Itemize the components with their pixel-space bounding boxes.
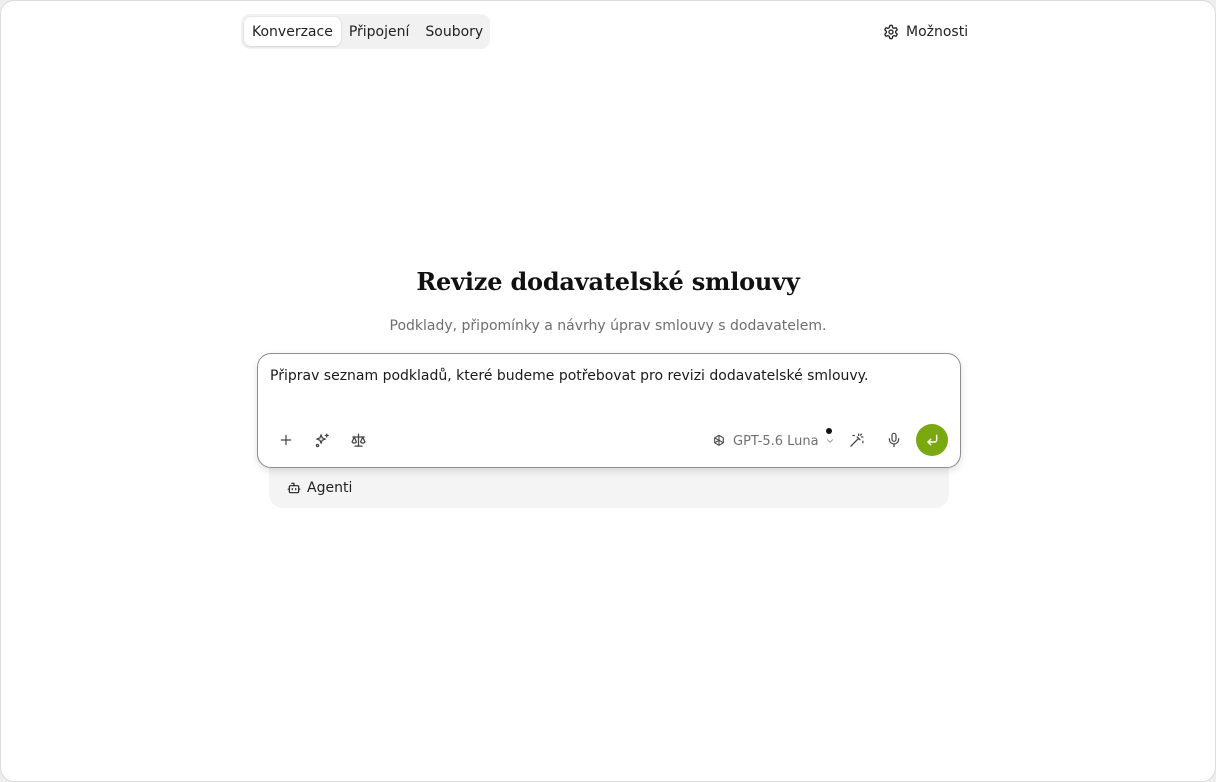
plus-icon [278, 432, 294, 448]
prompt-input[interactable]: Připrav seznam podkladů, které budeme po… [270, 367, 940, 385]
prompt-enhance-button[interactable] [309, 427, 335, 453]
tab-pripojeni[interactable]: Připojení [341, 17, 418, 46]
app-window: Konverzace Připojení Soubory Možnosti Re… [0, 0, 1216, 782]
tab-soubory[interactable]: Soubory [417, 17, 491, 46]
legal-tool-button[interactable] [345, 427, 371, 453]
voice-input-button[interactable] [881, 427, 907, 453]
chat-composer: Připrav seznam podkladů, které budeme po… [257, 353, 961, 468]
magic-wand-icon [848, 432, 865, 449]
add-button[interactable] [273, 427, 299, 453]
status-dot [826, 428, 832, 434]
model-selector[interactable]: GPT-5.6 Luna [711, 430, 835, 452]
magic-wand-button[interactable] [843, 427, 869, 453]
openai-icon [711, 433, 727, 449]
options-button[interactable]: Možnosti [883, 21, 968, 43]
tab-konverzace[interactable]: Konverzace [244, 17, 341, 46]
options-label: Možnosti [906, 24, 969, 40]
enter-arrow-icon [924, 432, 940, 448]
send-button[interactable] [916, 424, 948, 456]
page-title: Revize dodavatelské smlouvy [416, 267, 800, 296]
agents-label: Agenti [307, 480, 353, 496]
gear-icon [883, 24, 899, 40]
robot-icon [287, 481, 301, 495]
sparkles-icon [314, 432, 331, 449]
top-tab-bar: Konverzace Připojení Soubory [241, 14, 490, 49]
microphone-icon [886, 432, 902, 448]
agents-button[interactable]: Agenti [287, 480, 352, 496]
model-label: GPT-5.6 Luna [733, 433, 819, 449]
chevron-down-icon [825, 436, 835, 446]
scale-icon [350, 432, 367, 449]
page-subtitle: Podklady, připomínky a návrhy úprav smlo… [389, 318, 827, 334]
